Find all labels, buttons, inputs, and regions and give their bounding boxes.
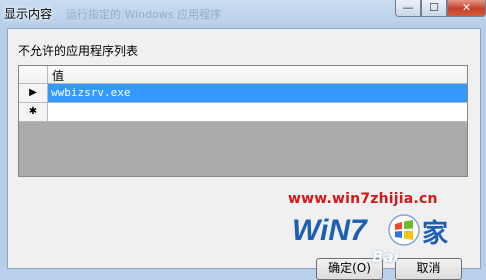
cancel-button[interactable]: 取消	[395, 258, 462, 280]
logo-text-right: 家	[422, 218, 448, 249]
minimize-icon: —	[402, 1, 414, 14]
logo-text-left: WiN7	[292, 214, 368, 247]
window-title: 显示内容	[4, 7, 53, 21]
maximize-button[interactable]: ☐	[421, 0, 447, 17]
column-header-value[interactable]: 值	[52, 67, 64, 84]
grid-header: 值	[19, 66, 467, 84]
close-icon: ✕	[461, 1, 472, 14]
new-value-cell[interactable]	[48, 103, 467, 121]
grid-corner-cell	[19, 66, 48, 83]
value-cell[interactable]: wwbizsrv.exe	[48, 84, 467, 102]
new-row-icon[interactable]: ✱	[19, 103, 48, 121]
baidu-watermark: Bai	[372, 248, 399, 266]
values-grid[interactable]: 值 ▶ wwbizsrv.exe ✱	[18, 65, 468, 177]
background-window-title: 运行指定的 Windows 应用程序	[66, 8, 222, 21]
win7-logo: WiN7 家	[292, 214, 448, 249]
watermark-url: www.win7zhijia.cn	[288, 191, 438, 207]
dialog-window: 显示内容 运行指定的 Windows 应用程序 — ☐ ✕ 不允许的应用程序列表…	[0, 0, 486, 280]
table-row-new[interactable]: ✱	[19, 103, 467, 122]
current-row-icon[interactable]: ▶	[19, 84, 48, 102]
title-bar[interactable]: 显示内容 运行指定的 Windows 应用程序 — ☐ ✕	[0, 0, 486, 28]
minimize-button[interactable]: —	[395, 0, 421, 17]
maximize-icon: ☐	[429, 1, 439, 14]
table-row[interactable]: ▶ wwbizsrv.exe	[19, 84, 467, 103]
list-label: 不允许的应用程序列表	[18, 44, 139, 58]
windows-flag-icon	[388, 214, 420, 246]
close-button[interactable]: ✕	[447, 0, 486, 17]
